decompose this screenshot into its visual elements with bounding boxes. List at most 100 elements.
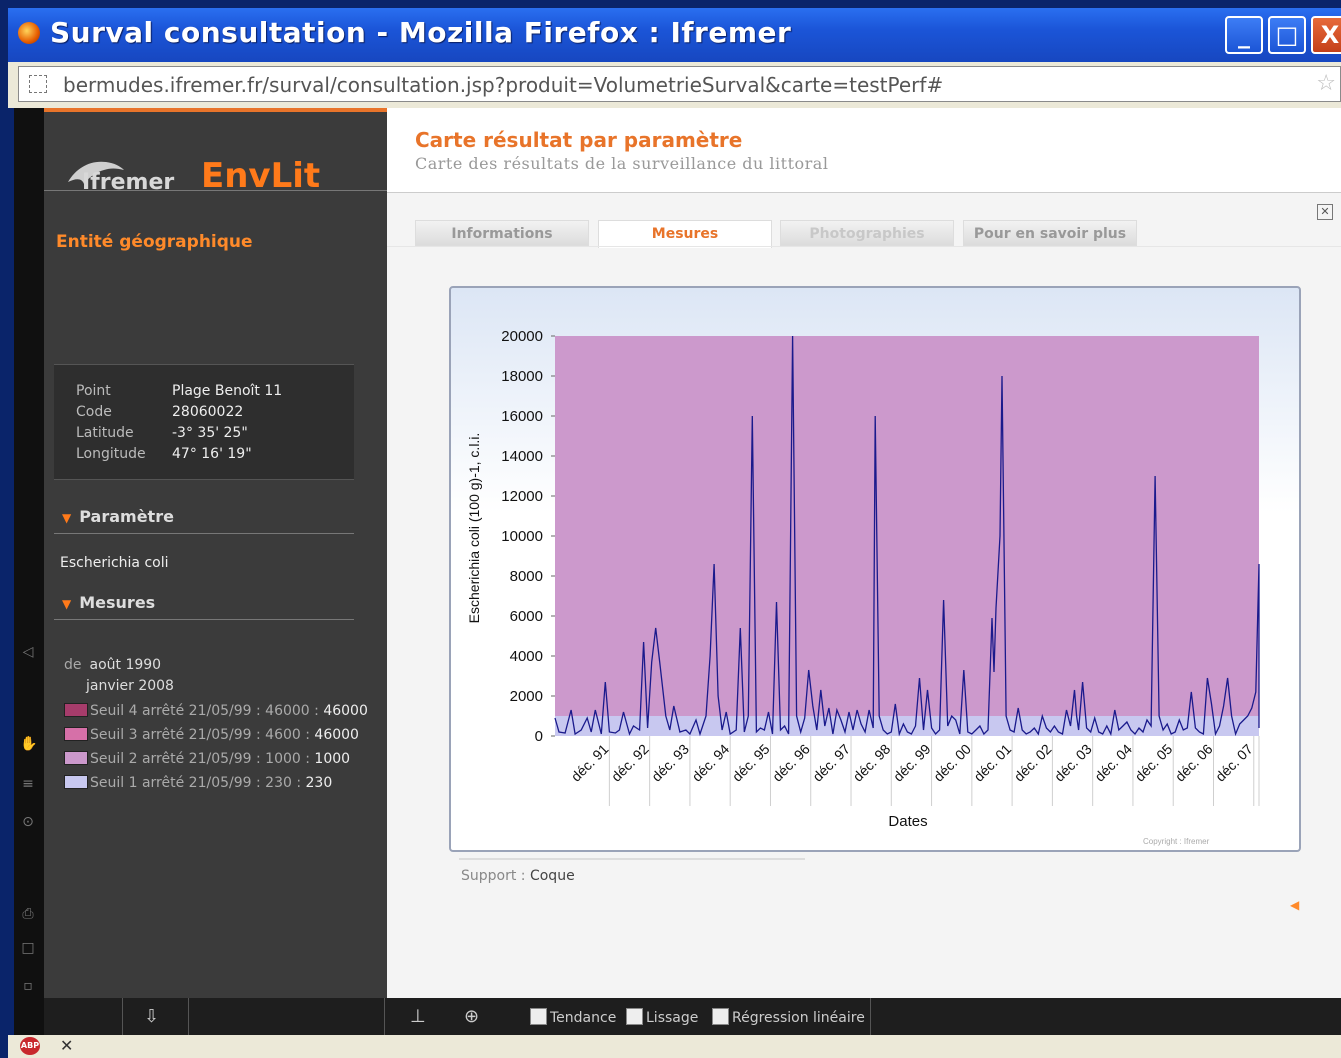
checkbox-box[interactable] (626, 1008, 643, 1025)
browser-window: Surval consultation - Mozilla Firefox : … (0, 0, 1341, 1058)
y-tick-label: 16000 (501, 408, 543, 425)
info-key: Longitude (76, 446, 146, 462)
tab-informations[interactable]: Informations (415, 220, 589, 246)
tab-strip-line (387, 246, 1341, 247)
seuil-value: 46000 (323, 703, 368, 719)
regression-checkbox[interactable]: Régression linéaire (712, 1008, 865, 1026)
arrow-left-icon[interactable]: ◀ (1290, 898, 1299, 912)
status-bar: ABP ✕ (8, 1035, 1341, 1058)
x-tick-label: déc. 00 (930, 741, 974, 785)
y-axis-label: Escherichia coli (100 g)-1, c.l.i. (466, 433, 482, 624)
header-divider (44, 190, 387, 191)
info-key: Point (76, 383, 111, 399)
info-value: 28060022 (172, 404, 244, 420)
chart-axes-icon[interactable]: ⊥ (410, 1006, 426, 1027)
export-icon[interactable]: ⇩ (144, 1006, 159, 1027)
legend-seuil-4: Seuil 4 arrêté 21/05/99 : 46000 : 46000 (64, 703, 368, 719)
page-subtitle: Carte des résultats de la surveillance d… (415, 154, 829, 173)
info-value: Plage Benoît 11 (172, 383, 283, 399)
parametre-value: Escherichia coli (60, 555, 169, 571)
chart-container: 0 2000 4000 6000 8000 10000 12000 14000 16000 180… (449, 286, 1301, 852)
legend-swatch (64, 775, 88, 789)
seuil-label: Seuil 1 arrêté 21/05/99 : 230 : (90, 775, 302, 791)
parametre-title: Paramètre (79, 507, 174, 526)
section-divider (54, 533, 354, 534)
navigate-icon[interactable]: ⊙ (20, 814, 36, 830)
y-tick-label: 14000 (501, 448, 543, 465)
window-icon[interactable]: □ (20, 940, 36, 956)
bottom-toolbar: ⇩ ⊥ ⊕ Tendance Lissage Régression linéai… (44, 998, 1341, 1035)
copyright-text: Copyright : Ifremer (1143, 837, 1210, 846)
seuil-label: Seuil 3 arrêté 21/05/99 : 4600 : (90, 727, 310, 743)
left-panel: Ifremer EnvLit Entité géographique Point… (44, 108, 387, 998)
url-text[interactable]: bermudes.ifremer.fr/surval/consultation.… (63, 73, 943, 97)
collapse-icon[interactable]: ◁ (20, 644, 36, 660)
title-bar[interactable]: Surval consultation - Mozilla Firefox : … (8, 8, 1341, 62)
main-header: Carte résultat par paramètre Carte des r… (387, 108, 1341, 192)
regression-label: Régression linéaire (732, 1010, 865, 1026)
info-icon[interactable]: ▫ (20, 978, 36, 994)
x-tick-label: déc. 93 (648, 741, 692, 785)
toolbar-separator (384, 998, 385, 1035)
layers-icon[interactable]: ≡ (20, 776, 36, 792)
adblock-icon[interactable]: ABP (20, 1037, 40, 1055)
info-key: Latitude (76, 425, 134, 441)
legend-swatch (64, 751, 88, 765)
info-key: Code (76, 404, 112, 420)
triangle-down-icon: ▼ (62, 597, 72, 611)
y-tick-label: 12000 (501, 488, 543, 505)
seuil-label: Seuil 4 arrêté 21/05/99 : 46000 : (90, 703, 319, 719)
checkbox-box[interactable] (530, 1008, 547, 1025)
pan-hand-icon[interactable]: ✋ (20, 736, 37, 752)
close-panel-icon[interactable]: ✕ (1317, 204, 1333, 220)
toolbar-separator (188, 998, 189, 1035)
support-info: Support : Coque (461, 868, 575, 884)
section-entite-title: Entité géographique (56, 232, 253, 252)
x-tick-label: déc. 02 (1011, 741, 1055, 785)
x-tick-label: déc. 05 (1132, 741, 1176, 785)
tab-photographies: Photographies (780, 220, 954, 246)
y-tick-label: 18000 (501, 368, 543, 385)
lissage-checkbox[interactable]: Lissage (626, 1008, 698, 1026)
x-tick-label: déc. 03 (1051, 741, 1095, 785)
x-tick-label: déc. 98 (850, 741, 894, 785)
y-tick-label: 10000 (501, 528, 543, 545)
tendance-label: Tendance (550, 1010, 617, 1026)
minimize-button[interactable]: _ (1225, 16, 1263, 54)
x-tick-label: déc. 06 (1172, 741, 1216, 785)
date-from: de août 1990 (64, 657, 161, 673)
address-bar[interactable]: bermudes.ifremer.fr/surval/consultation.… (18, 66, 1341, 102)
x-tick-label: déc. 91 (568, 741, 612, 785)
tab-pour-en-savoir-plus[interactable]: Pour en savoir plus (963, 220, 1137, 246)
x-tick-label: déc. 95 (729, 741, 773, 785)
triangle-down-icon: ▼ (62, 511, 72, 525)
date-to: janvier 2008 (86, 678, 174, 694)
y-tick-label: 6000 (510, 608, 543, 625)
mesures-title: Mesures (79, 593, 156, 612)
toolbar-separator (122, 998, 123, 1035)
mesures-section-toggle[interactable]: ▼ Mesures (62, 593, 155, 612)
page-icon (29, 75, 47, 93)
checkbox-box[interactable] (712, 1008, 729, 1025)
tendance-checkbox[interactable]: Tendance (530, 1008, 616, 1026)
tab-mesures[interactable]: Mesures (598, 220, 772, 248)
x-tick-label: déc. 92 (608, 741, 652, 785)
side-toolstrip: ◁ ✋ ≡ ⊙ ⎙ □ ▫ (14, 108, 44, 1035)
ifremer-logo-text: Ifremer (82, 170, 175, 195)
bookmark-star-icon[interactable]: ☆ (1316, 71, 1336, 96)
lissage-label: Lissage (646, 1010, 699, 1026)
close-button[interactable]: X (1311, 16, 1341, 54)
zoom-icon[interactable]: ⊕ (464, 1006, 479, 1027)
maximize-button[interactable]: □ (1268, 16, 1306, 54)
x-tick-label: déc. 99 (890, 741, 934, 785)
window-title: Surval consultation - Mozilla Firefox : … (50, 16, 792, 49)
threshold-band-1 (555, 336, 1259, 716)
print-icon[interactable]: ⎙ (20, 906, 36, 922)
x-tick-label: déc. 94 (689, 741, 733, 785)
accent-line (44, 108, 387, 112)
parametre-section-toggle[interactable]: ▼ Paramètre (62, 507, 174, 526)
y-tick-label: 0 (535, 728, 543, 745)
date-from-value: août 1990 (89, 657, 162, 673)
close-icon[interactable]: ✕ (60, 1036, 73, 1055)
y-tick-label: 20000 (501, 328, 543, 345)
